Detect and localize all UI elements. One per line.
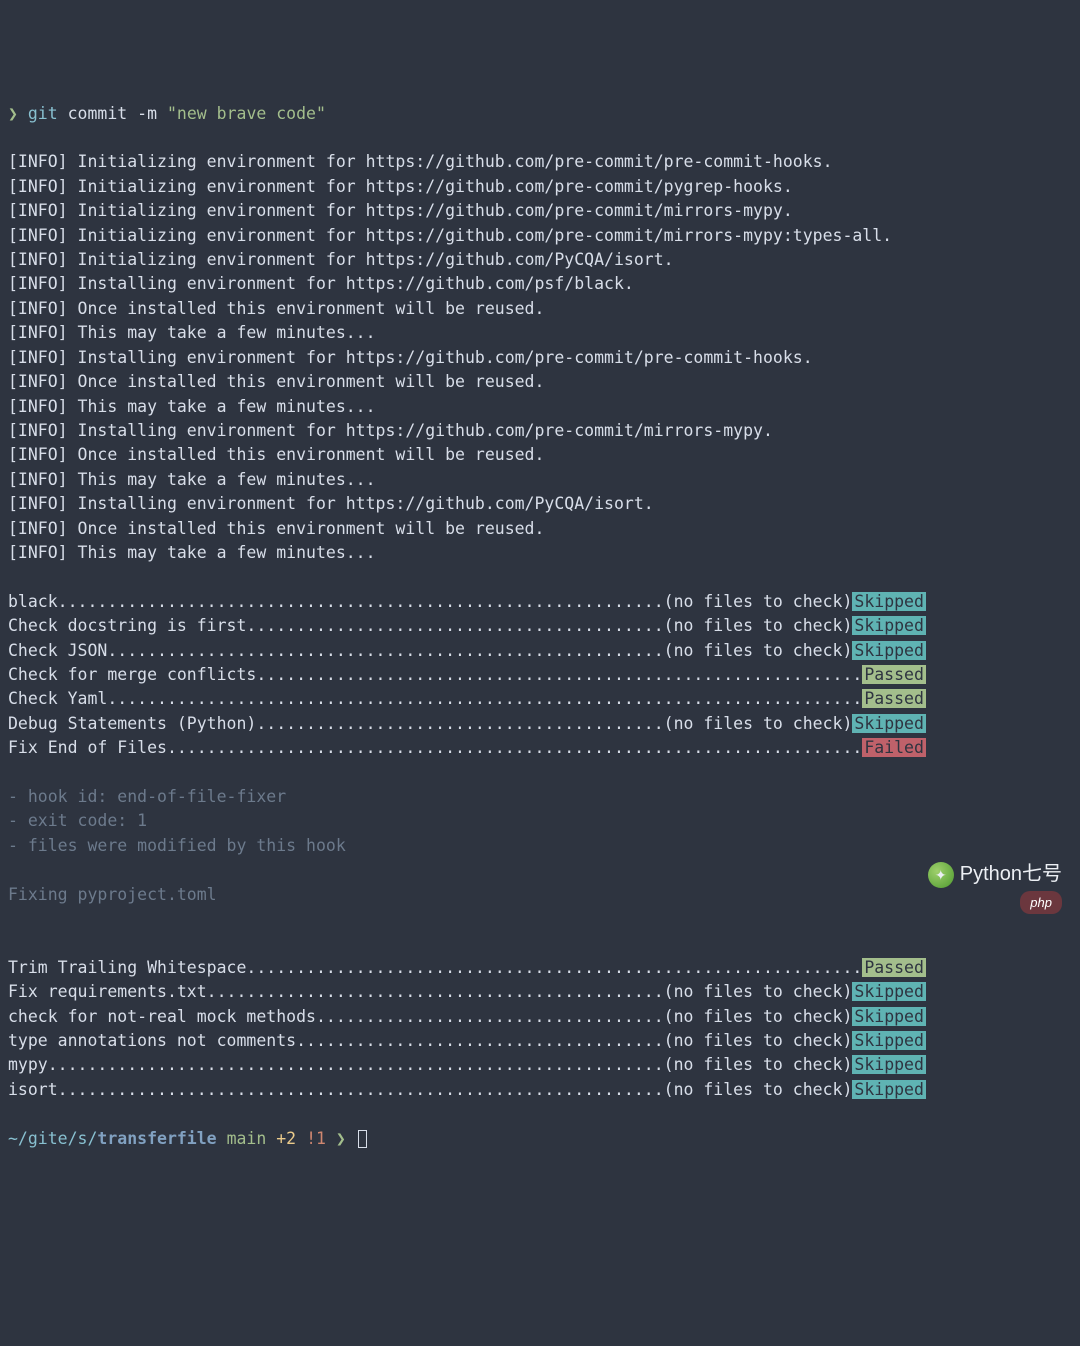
detail-line: - exit code: 1 — [8, 809, 1072, 833]
detail-line — [8, 858, 1072, 882]
hook-line: Check JSON..............................… — [8, 639, 1072, 663]
info-line: [INFO] This may take a few minutes... — [8, 321, 1072, 345]
status-badge: Skipped — [852, 616, 926, 635]
failure-detail: - hook id: end-of-file-fixer- exit code:… — [8, 785, 1072, 931]
info-line: [INFO] Installing environment for https:… — [8, 419, 1072, 443]
status-badge: Skipped — [852, 982, 926, 1001]
status-badge: Failed — [862, 738, 926, 757]
info-line: [INFO] Initializing environment for http… — [8, 224, 1072, 248]
info-line: [INFO] This may take a few minutes... — [8, 395, 1072, 419]
hook-line: Fix End of Files........................… — [8, 736, 1072, 760]
status-badge: Skipped — [852, 714, 926, 733]
hook-line: isort...................................… — [8, 1078, 1072, 1102]
status-badge: Passed — [862, 958, 926, 977]
prompt-path-bright: transferfile — [97, 1129, 216, 1148]
info-line: [INFO] Installing environment for https:… — [8, 492, 1072, 516]
hook-line: black...................................… — [8, 590, 1072, 614]
hook-line: mypy....................................… — [8, 1053, 1072, 1077]
info-block: [INFO] Initializing environment for http… — [8, 150, 1072, 565]
status-badge: Skipped — [852, 592, 926, 611]
hooks-block-1: black...................................… — [8, 590, 1072, 761]
prompt-chevron-2: ❯ — [336, 1129, 346, 1148]
hook-line: check for not-real mock methods.........… — [8, 1005, 1072, 1029]
cursor-icon — [358, 1130, 367, 1148]
prompt-plus: +2 — [276, 1129, 296, 1148]
hook-line: Check Yaml..............................… — [8, 687, 1072, 711]
info-line: [INFO] Once installed this environment w… — [8, 297, 1072, 321]
status-badge: Passed — [862, 665, 926, 684]
info-line: [INFO] This may take a few minutes... — [8, 468, 1072, 492]
status-badge: Skipped — [852, 641, 926, 660]
status-badge: Passed — [862, 689, 926, 708]
info-line: [INFO] Installing environment for https:… — [8, 346, 1072, 370]
hook-line: Debug Statements (Python)...............… — [8, 712, 1072, 736]
command-line[interactable]: ❯ git commit -m "new brave code" — [8, 102, 1072, 126]
info-line: [INFO] Once installed this environment w… — [8, 517, 1072, 541]
info-line: [INFO] Installing environment for https:… — [8, 272, 1072, 296]
command-args: commit -m — [68, 104, 157, 123]
hook-line: Check docstring is first................… — [8, 614, 1072, 638]
detail-line: - files were modified by this hook — [8, 834, 1072, 858]
status-badge: Skipped — [852, 1007, 926, 1026]
detail-line: Fixing pyproject.toml — [8, 883, 1072, 907]
hook-line: type annotations not comments...........… — [8, 1029, 1072, 1053]
info-line: [INFO] This may take a few minutes... — [8, 541, 1072, 565]
info-line: [INFO] Initializing environment for http… — [8, 248, 1072, 272]
prompt-branch: main — [227, 1129, 267, 1148]
prompt-excl: !1 — [306, 1129, 326, 1148]
info-line: [INFO] Initializing environment for http… — [8, 199, 1072, 223]
prompt-path-dim: ~/gite/s/ — [8, 1129, 97, 1148]
hook-line: Check for merge conflicts...............… — [8, 663, 1072, 687]
hook-line: Trim Trailing Whitespace................… — [8, 956, 1072, 980]
info-line: [INFO] Initializing environment for http… — [8, 175, 1072, 199]
hooks-block-2: Trim Trailing Whitespace................… — [8, 956, 1072, 1102]
command-string: "new brave code" — [167, 104, 326, 123]
status-badge: Skipped — [852, 1055, 926, 1074]
info-line: [INFO] Once installed this environment w… — [8, 370, 1072, 394]
detail-line: - hook id: end-of-file-fixer — [8, 785, 1072, 809]
shell-prompt[interactable]: ~/gite/s/transferfile main +2 !1 ❯ — [8, 1127, 1072, 1151]
prompt-chevron: ❯ — [8, 104, 18, 123]
status-badge: Skipped — [852, 1080, 926, 1099]
info-line: [INFO] Initializing environment for http… — [8, 150, 1072, 174]
status-badge: Skipped — [852, 1031, 926, 1050]
info-line: [INFO] Once installed this environment w… — [8, 443, 1072, 467]
command-git: git — [28, 104, 58, 123]
hook-line: Fix requirements.txt....................… — [8, 980, 1072, 1004]
